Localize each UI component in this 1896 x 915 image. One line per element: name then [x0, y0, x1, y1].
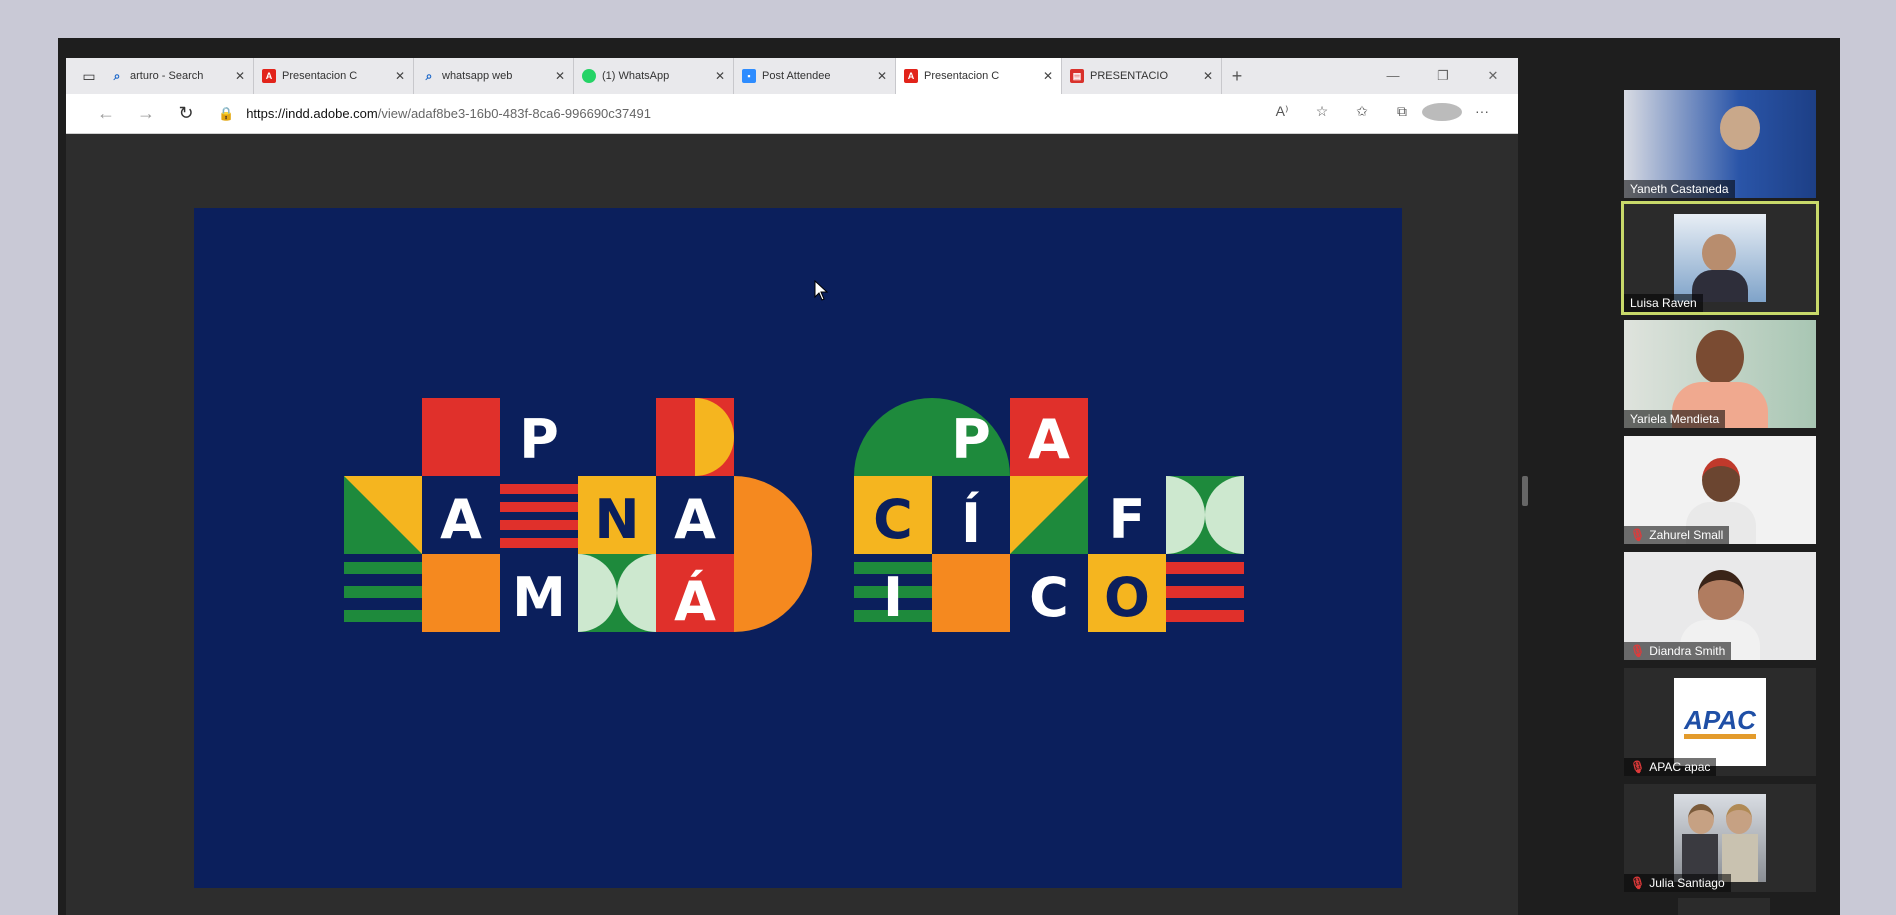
logo-letter: F: [1109, 488, 1146, 551]
collections-icon[interactable]: ⧉: [1382, 103, 1422, 124]
minimize-icon[interactable]: —: [1368, 68, 1418, 84]
close-icon[interactable]: ✕: [715, 69, 725, 83]
read-aloud-icon[interactable]: A⁾: [1262, 103, 1302, 124]
participant-name: Yaneth Castaneda: [1624, 180, 1735, 198]
url-field[interactable]: 🔒 https://indd.adobe.com/view/adaf8be3-1…: [218, 106, 1262, 122]
logo-letter: I: [883, 566, 903, 629]
participant-tile[interactable]: 🎙 Julia Santiago: [1624, 784, 1816, 892]
participant-tile[interactable]: 🎙 Zahurel Small: [1624, 436, 1816, 544]
panama-pacifico-logo: P A N A M Á P A C Í F I C O: [344, 398, 1244, 633]
gallery-more-bar[interactable]: [1678, 898, 1770, 915]
logo-letter: C: [873, 488, 913, 551]
logo-letter: O: [1104, 566, 1150, 629]
tab-whatsapp[interactable]: (1) WhatsApp ✕: [574, 58, 734, 94]
pdf-icon: ▤: [1070, 69, 1084, 83]
zoom-meeting-window: ▭ ⌕ arturo - Search ✕ A Presentacion C ✕…: [58, 38, 1840, 915]
participant-tile[interactable]: 🎙 Diandra Smith: [1624, 552, 1816, 660]
participant-name: 🎙 Julia Santiago: [1624, 874, 1731, 892]
close-icon[interactable]: ✕: [1043, 69, 1053, 83]
logo-letter: A: [440, 488, 482, 551]
close-icon[interactable]: ✕: [395, 69, 405, 83]
favorites-icon[interactable]: ✩: [1342, 103, 1382, 124]
mouse-cursor-icon: [814, 280, 829, 301]
back-icon[interactable]: ←: [86, 103, 126, 124]
search-icon: ⌕: [113, 68, 121, 83]
close-window-icon[interactable]: ✕: [1468, 68, 1518, 84]
more-icon[interactable]: ···: [1462, 103, 1502, 124]
logo-letter: N: [594, 488, 639, 551]
logo-letter: P: [951, 408, 991, 471]
logo-letter: Í: [961, 492, 981, 555]
tab-presentacion-pdf[interactable]: ▤ PRESENTACIO ✕: [1062, 58, 1222, 94]
participant-tile[interactable]: Yariela Mendieta: [1624, 320, 1816, 428]
address-bar-icons: A⁾ ☆ ✩ ⧉ ···: [1262, 103, 1502, 124]
adobe-icon: A: [262, 69, 276, 83]
lock-icon[interactable]: 🔒: [218, 106, 234, 122]
forward-icon[interactable]: →: [126, 103, 166, 124]
participant-name: Yariela Mendieta: [1624, 410, 1726, 428]
close-icon[interactable]: ✕: [877, 69, 887, 83]
presentation-slide: P A N A M Á P A C Í F I C O: [194, 208, 1402, 888]
window-controls: — ❐ ✕: [1368, 68, 1518, 84]
logo-letter: M: [512, 566, 566, 629]
tab-presentacion-active[interactable]: A Presentacion C ✕: [896, 58, 1062, 94]
participant-name: Luisa Raven: [1624, 294, 1703, 312]
add-favorite-icon[interactable]: ☆: [1302, 103, 1342, 124]
participant-tile[interactable]: Yaneth Castaneda: [1624, 90, 1816, 198]
restore-icon[interactable]: ❐: [1418, 68, 1468, 84]
close-icon[interactable]: ✕: [1203, 69, 1213, 83]
logo-letter: A: [1028, 408, 1070, 471]
apac-logo: APAC: [1674, 678, 1766, 766]
refresh-icon[interactable]: ↻: [166, 103, 206, 124]
muted-mic-icon: 🎙: [1630, 876, 1646, 890]
muted-mic-icon: 🎙: [1630, 528, 1646, 542]
muted-mic-icon: 🎙: [1630, 760, 1646, 774]
address-bar: ← → ↻ 🔒 https://indd.adobe.com/view/adaf…: [66, 94, 1518, 134]
tab-whatsapp-web[interactable]: ⌕ whatsapp web ✕: [414, 58, 574, 94]
logo-letter: P: [519, 408, 559, 471]
participant-tile[interactable]: APAC 🎙 APAC apac: [1624, 668, 1816, 776]
adobe-icon: A: [904, 69, 918, 83]
participant-video: [1674, 214, 1766, 302]
participant-tile-active-speaker[interactable]: Luisa Raven: [1621, 201, 1819, 315]
tab-actions-icon[interactable]: ▭: [76, 63, 102, 89]
logo-letter: A: [674, 488, 716, 551]
participant-name: 🎙 Zahurel Small: [1624, 526, 1730, 544]
profile-icon[interactable]: [1422, 103, 1462, 124]
new-tab-button[interactable]: +: [1222, 66, 1252, 87]
close-icon[interactable]: ✕: [555, 69, 565, 83]
participant-name: 🎙 APAC apac: [1624, 758, 1717, 776]
participant-video: [1674, 794, 1766, 882]
tab-bar: ▭ ⌕ arturo - Search ✕ A Presentacion C ✕…: [66, 58, 1518, 94]
close-icon[interactable]: ✕: [235, 69, 245, 83]
muted-mic-icon: 🎙: [1630, 644, 1646, 658]
tab-post-attendee[interactable]: ▪ Post Attendee ✕: [734, 58, 896, 94]
tab-presentacion-1[interactable]: A Presentacion C ✕: [254, 58, 414, 94]
participant-name: 🎙 Diandra Smith: [1624, 642, 1732, 660]
whatsapp-icon: [582, 69, 596, 83]
search-icon: ⌕: [425, 68, 433, 83]
shared-screen-browser: ▭ ⌕ arturo - Search ✕ A Presentacion C ✕…: [66, 58, 1518, 915]
split-view-handle[interactable]: [1522, 476, 1528, 506]
tab-arturo-search[interactable]: ⌕ arturo - Search ✕: [102, 58, 254, 94]
logo-letter: C: [1029, 566, 1069, 629]
logo-letter: Á: [674, 570, 716, 633]
zoom-icon: ▪: [742, 69, 756, 83]
